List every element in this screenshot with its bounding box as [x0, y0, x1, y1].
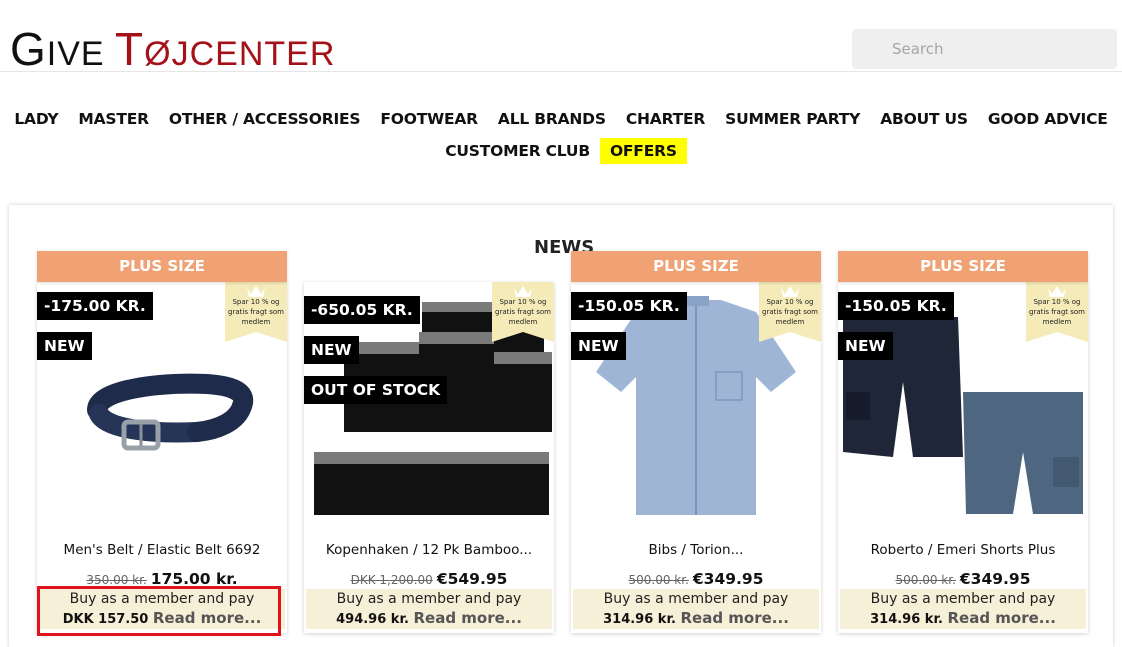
- nav-item-summer-party[interactable]: SUMMER PARTY: [715, 106, 870, 132]
- current-price: €349.95: [959, 570, 1031, 588]
- search-input[interactable]: [852, 29, 1117, 69]
- product-card[interactable]: Spar 10 % og gratis fragt som medlem -15…: [571, 282, 821, 633]
- nav-item-good-advice[interactable]: GOOD ADVICE: [978, 106, 1118, 132]
- product-title[interactable]: Bibs / Torion...: [571, 542, 821, 558]
- plus-size-ribbon: PLUS SIZE: [838, 251, 1088, 282]
- nav-item-footwear[interactable]: FOOTWEAR: [370, 106, 488, 132]
- product-card[interactable]: Spar 10 % og gratis fragt som medlem -15…: [838, 282, 1088, 633]
- product-image[interactable]: Spar 10 % og gratis fragt som medlem -15…: [571, 282, 821, 515]
- member-price-box: Buy as a member and pay 494.96 kr. Read …: [306, 589, 552, 629]
- nav-item-customer-club[interactable]: CUSTOMER CLUB: [435, 138, 600, 164]
- nav-item-about-us[interactable]: ABOUT US: [870, 106, 978, 132]
- main-nav: LADY MASTER OTHER / ACCESSORIES FOOTWEAR…: [0, 104, 1122, 166]
- new-badge: NEW: [571, 332, 626, 360]
- nav-item-all-brands[interactable]: ALL BRANDS: [488, 106, 616, 132]
- member-price: 314.96 kr.: [603, 612, 676, 627]
- price-row: DKK 1,200.00 €549.95: [304, 569, 554, 588]
- price-row: 500.00 kr. €349.95: [838, 569, 1088, 588]
- read-more-link[interactable]: Read more...: [947, 609, 1055, 627]
- discount-badge: -150.05 KR.: [571, 292, 687, 320]
- member-savings-flag: Spar 10 % og gratis fragt som medlem: [225, 282, 287, 342]
- product-title[interactable]: Men's Belt / Elastic Belt 6692: [37, 542, 287, 558]
- logo-word-tojcenter: ØJCENTER: [144, 35, 336, 73]
- nav-item-offers[interactable]: OFFERS: [599, 138, 687, 164]
- plus-size-ribbon: PLUS SIZE: [37, 251, 287, 282]
- product-image[interactable]: Spar 10 % og gratis fragt som medlem -65…: [304, 282, 554, 515]
- member-price-box: Buy as a member and pay 314.96 kr. Read …: [573, 589, 819, 629]
- member-price: 314.96 kr.: [870, 612, 943, 627]
- new-badge: NEW: [304, 336, 359, 364]
- highlight-box: [37, 586, 281, 636]
- member-text: Buy as a member and pay: [870, 591, 1056, 607]
- old-price: DKK 1,200.00: [350, 573, 433, 587]
- member-savings-flag: Spar 10 % og gratis fragt som medlem: [492, 282, 554, 342]
- product-title[interactable]: Kopenhaken / 12 Pk Bamboo...: [304, 542, 554, 558]
- member-savings-flag: Spar 10 % og gratis fragt som medlem: [759, 282, 821, 342]
- nav-item-lady[interactable]: LADY: [4, 106, 68, 132]
- old-price: 500.00 kr.: [628, 573, 689, 587]
- nav-item-other-accessories[interactable]: OTHER / ACCESSORIES: [159, 106, 371, 132]
- site-logo[interactable]: GIVE TØJCENTER: [10, 22, 335, 76]
- header-divider: [0, 71, 1122, 72]
- product-image[interactable]: Spar 10 % og gratis fragt som medlem -15…: [838, 282, 1088, 515]
- discount-badge: -175.00 KR.: [37, 292, 153, 320]
- out-of-stock-badge: OUT OF STOCK: [304, 376, 448, 404]
- plus-size-ribbon: PLUS SIZE: [571, 251, 821, 282]
- read-more-link[interactable]: Read more...: [413, 609, 521, 627]
- member-savings-flag: Spar 10 % og gratis fragt som medlem: [1026, 282, 1088, 342]
- product-card[interactable]: Spar 10 % og gratis fragt som medlem -65…: [304, 282, 554, 633]
- read-more-link[interactable]: Read more...: [680, 609, 788, 627]
- new-badge: NEW: [37, 332, 92, 360]
- member-flag-text: Spar 10 % og gratis fragt som medlem: [228, 298, 284, 326]
- member-flag-text: Spar 10 % og gratis fragt som medlem: [1029, 298, 1085, 326]
- member-price-box: Buy as a member and pay 314.96 kr. Read …: [840, 589, 1086, 629]
- new-badge: NEW: [838, 332, 893, 360]
- discount-badge: -150.05 KR.: [838, 292, 954, 320]
- current-price: €349.95: [692, 570, 764, 588]
- current-price: €549.95: [436, 570, 508, 588]
- member-flag-text: Spar 10 % og gratis fragt som medlem: [495, 298, 551, 326]
- logo-word-give: IVE: [46, 35, 105, 73]
- member-text: Buy as a member and pay: [336, 591, 522, 607]
- old-price: 500.00 kr.: [895, 573, 956, 587]
- old-price: 350.00 kr.: [86, 573, 147, 587]
- nav-item-charter[interactable]: CHARTER: [616, 106, 715, 132]
- logo-letter-t: T: [115, 23, 145, 75]
- nav-item-master[interactable]: MASTER: [68, 106, 158, 132]
- discount-badge: -650.05 KR.: [304, 296, 420, 324]
- member-text: Buy as a member and pay: [603, 591, 789, 607]
- product-title[interactable]: Roberto / Emeri Shorts Plus: [838, 542, 1088, 558]
- member-flag-text: Spar 10 % og gratis fragt som medlem: [762, 298, 818, 326]
- member-price: 494.96 kr.: [336, 612, 409, 627]
- price-row: 500.00 kr. €349.95: [571, 569, 821, 588]
- product-image[interactable]: Spar 10 % og gratis fragt som medlem -17…: [37, 282, 287, 515]
- logo-letter-g: G: [10, 23, 47, 75]
- product-card[interactable]: Spar 10 % og gratis fragt som medlem -17…: [37, 282, 287, 633]
